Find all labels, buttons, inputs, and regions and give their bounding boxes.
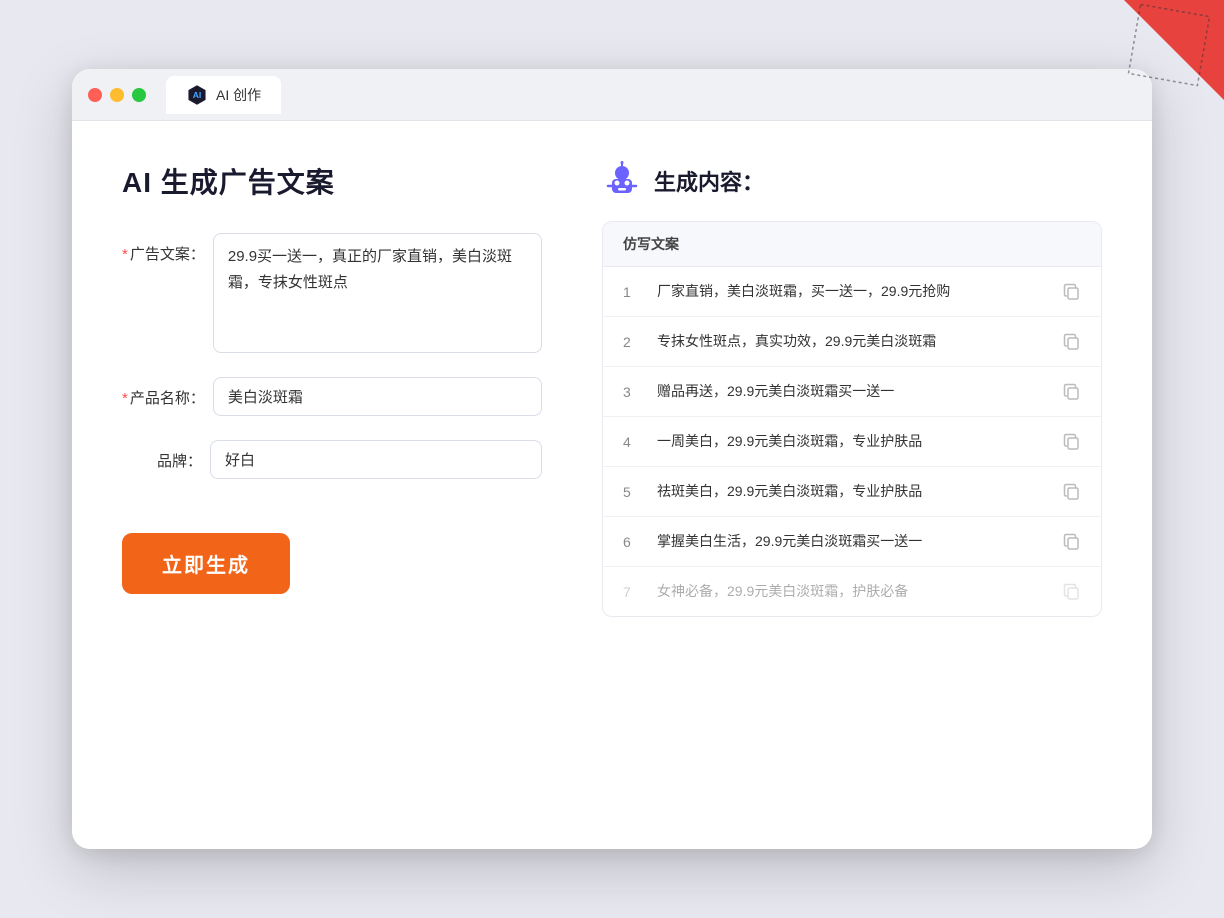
- ad-copy-label: *广告文案：: [122, 233, 205, 264]
- maximize-button[interactable]: [132, 88, 146, 102]
- result-number: 1: [623, 284, 643, 300]
- ad-copy-form-group: *广告文案： 29.9买一送一，真正的厂家直销，美白淡斑霜，专抹女性斑点: [122, 233, 542, 353]
- result-text: 专抹女性斑点，真实功效，29.9元美白淡斑霜: [657, 331, 1049, 352]
- browser-content: AI 生成广告文案 *广告文案： 29.9买一送一，真正的厂家直销，美白淡斑霜，…: [72, 121, 1152, 849]
- left-panel: AI 生成广告文案 *广告文案： 29.9买一送一，真正的厂家直销，美白淡斑霜，…: [122, 161, 542, 809]
- table-row: 6 掌握美白生活，29.9元美白淡斑霜买一送一: [603, 517, 1101, 567]
- table-row: 2 专抹女性斑点，真实功效，29.9元美白淡斑霜: [603, 317, 1101, 367]
- page-title: AI 生成广告文案: [122, 161, 542, 201]
- product-name-form-group: *产品名称：: [122, 377, 542, 416]
- result-number: 5: [623, 484, 643, 500]
- results-table: 仿写文案 1 厂家直销，美白淡斑霜，买一送一，29.9元抢购 2 专抹女性斑点，…: [602, 221, 1102, 617]
- generate-button[interactable]: 立即生成: [122, 533, 290, 594]
- result-number: 6: [623, 534, 643, 550]
- copy-icon[interactable]: [1063, 383, 1081, 401]
- right-panel: 生成内容： 仿写文案 1 厂家直销，美白淡斑霜，买一送一，29.9元抢购 2 专…: [602, 161, 1102, 809]
- browser-titlebar: AI AI 创作: [72, 69, 1152, 121]
- copy-icon[interactable]: [1063, 333, 1081, 351]
- traffic-lights: [88, 88, 146, 102]
- required-star-2: *: [122, 390, 128, 407]
- copy-icon[interactable]: [1063, 583, 1081, 601]
- result-text: 厂家直销，美白淡斑霜，买一送一，29.9元抢购: [657, 281, 1049, 302]
- product-name-label: *产品名称：: [122, 377, 205, 408]
- results-table-header: 仿写文案: [603, 222, 1101, 267]
- result-text: 掌握美白生活，29.9元美白淡斑霜买一送一: [657, 531, 1049, 552]
- copy-icon[interactable]: [1063, 283, 1081, 301]
- copy-icon[interactable]: [1063, 433, 1081, 451]
- browser-window: AI AI 创作 AI 生成广告文案 *广告文案： 29.9买一送一，真正的厂家…: [72, 69, 1152, 849]
- svg-text:AI: AI: [193, 90, 202, 100]
- ai-tab-icon: AI: [186, 84, 208, 106]
- product-name-input[interactable]: [213, 377, 542, 416]
- result-text: 祛斑美白，29.9元美白淡斑霜，专业护肤品: [657, 481, 1049, 502]
- main-content: AI 生成广告文案 *广告文案： 29.9买一送一，真正的厂家直销，美白淡斑霜，…: [72, 121, 1152, 849]
- results-title: 生成内容：: [654, 165, 764, 197]
- tab-label: AI 创作: [216, 85, 261, 105]
- brand-form-group: 品牌：: [122, 440, 542, 479]
- results-header: 生成内容：: [602, 161, 1102, 201]
- result-number: 4: [623, 434, 643, 450]
- brand-label: 品牌：: [122, 440, 202, 471]
- copy-icon[interactable]: [1063, 533, 1081, 551]
- result-text: 一周美白，29.9元美白淡斑霜，专业护肤品: [657, 431, 1049, 452]
- brand-input[interactable]: [210, 440, 542, 479]
- browser-tab[interactable]: AI AI 创作: [166, 76, 281, 114]
- table-row: 3 赠品再送，29.9元美白淡斑霜买一送一: [603, 367, 1101, 417]
- result-number: 7: [623, 584, 643, 600]
- result-number: 2: [623, 334, 643, 350]
- robot-icon: [602, 161, 642, 201]
- minimize-button[interactable]: [110, 88, 124, 102]
- copy-icon[interactable]: [1063, 483, 1081, 501]
- table-row: 7 女神必备，29.9元美白淡斑霜，护肤必备: [603, 567, 1101, 616]
- result-text: 女神必备，29.9元美白淡斑霜，护肤必备: [657, 581, 1049, 602]
- table-row: 4 一周美白，29.9元美白淡斑霜，专业护肤品: [603, 417, 1101, 467]
- table-row: 5 祛斑美白，29.9元美白淡斑霜，专业护肤品: [603, 467, 1101, 517]
- close-button[interactable]: [88, 88, 102, 102]
- table-row: 1 厂家直销，美白淡斑霜，买一送一，29.9元抢购: [603, 267, 1101, 317]
- result-text: 赠品再送，29.9元美白淡斑霜买一送一: [657, 381, 1049, 402]
- ad-copy-textarea[interactable]: 29.9买一送一，真正的厂家直销，美白淡斑霜，专抹女性斑点: [213, 233, 542, 353]
- result-number: 3: [623, 384, 643, 400]
- results-list: 1 厂家直销，美白淡斑霜，买一送一，29.9元抢购 2 专抹女性斑点，真实功效，…: [603, 267, 1101, 616]
- required-star-1: *: [122, 246, 128, 263]
